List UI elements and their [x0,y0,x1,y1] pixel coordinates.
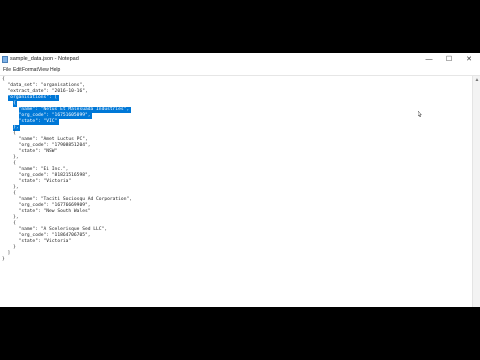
scroll-up-arrow-icon[interactable]: ▲ [474,77,480,83]
vertical-scrollbar[interactable]: ▲ [472,76,480,307]
menu-bar: File Edit Format View Help [0,66,480,76]
code-line: } [2,256,5,262]
mouse-cursor-icon [418,111,422,117]
notepad-icon [2,56,8,63]
notepad-window: sample_data.json - Notepad — ☐ ✕ File Ed… [0,53,480,307]
window-title: sample_data.json - Notepad [10,56,79,62]
menu-file[interactable]: File [3,66,11,75]
menu-view[interactable]: View [38,66,49,75]
menu-edit[interactable]: Edit [13,66,22,75]
close-button[interactable]: ✕ [463,53,475,66]
maximize-button[interactable]: ☐ [443,53,455,66]
minimize-button[interactable]: — [423,53,435,66]
menu-format[interactable]: Format [22,66,38,75]
text-editor-area[interactable]: { "data_set": "organisations", "extract_… [0,76,472,307]
title-bar[interactable]: sample_data.json - Notepad — ☐ ✕ [0,53,480,67]
menu-help[interactable]: Help [50,66,60,75]
